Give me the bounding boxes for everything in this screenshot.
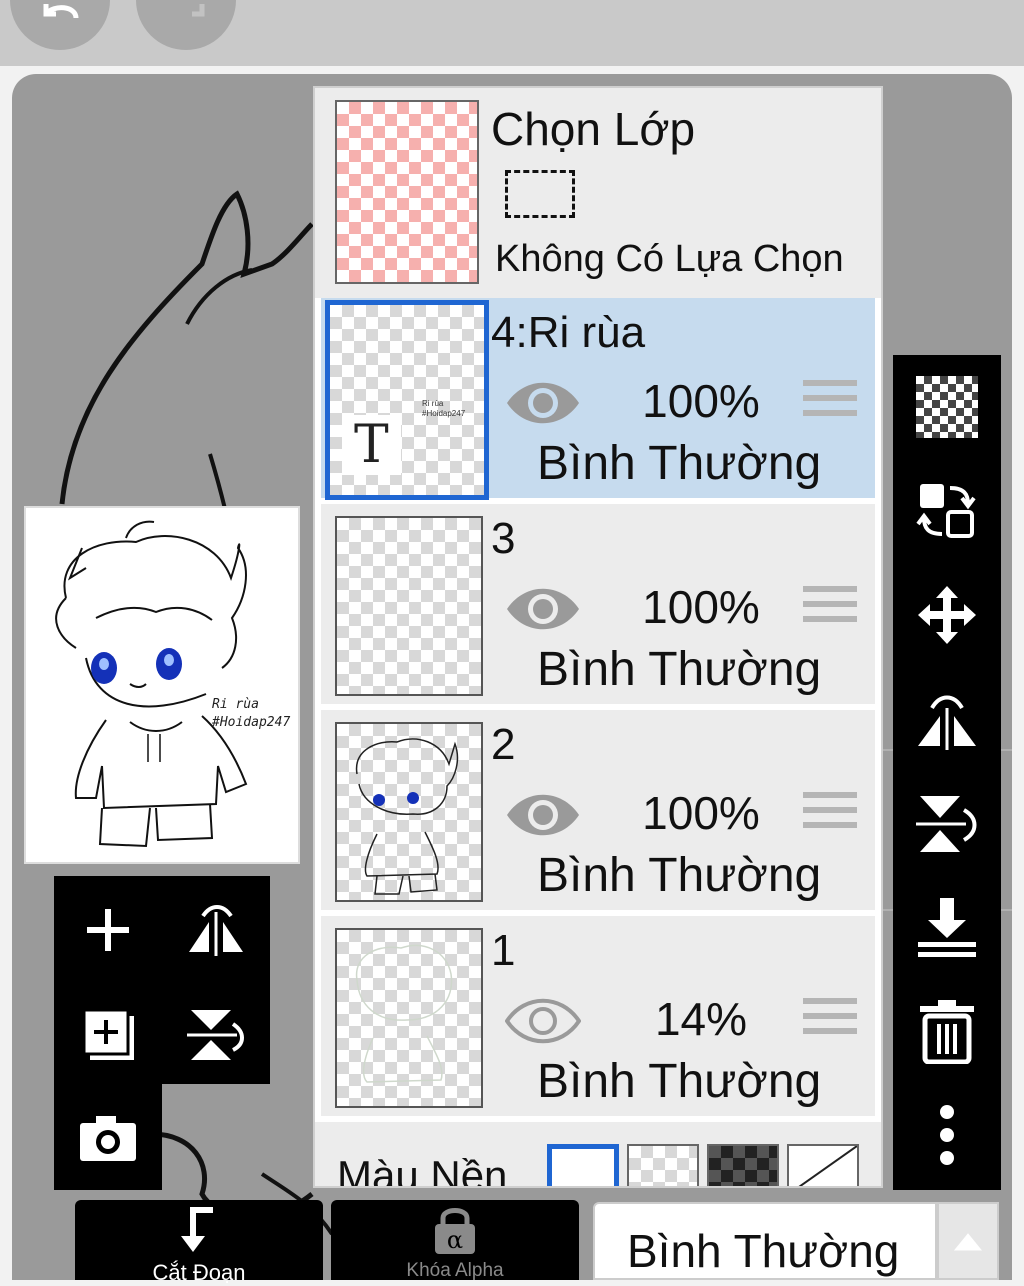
right-tool-palette	[893, 355, 1001, 1190]
layer-thumbnail: T Ri rùa #Hoidap247	[325, 300, 489, 500]
add-layer-button[interactable]	[68, 890, 148, 970]
swap-layer-button[interactable]	[907, 471, 987, 551]
undo-icon	[43, 4, 79, 19]
selection-layer-row[interactable]: Chọn Lớp Không Có Lựa Chọn	[315, 88, 881, 298]
layer-name: 3	[491, 514, 516, 563]
blend-mode-dropdown-button[interactable]	[937, 1202, 999, 1280]
preview-signature: Ri rùa #Hoidap247	[212, 697, 291, 730]
top-bar	[0, 0, 1024, 66]
faint-sketch-thumbnail	[355, 944, 453, 1083]
alpha-lock-button[interactable]: α Khóa Alpha	[331, 1200, 579, 1281]
redo-icon	[192, 4, 205, 17]
eye-icon[interactable]	[505, 378, 581, 428]
trash-icon	[920, 1000, 974, 1064]
duplicate-layer-icon	[82, 1008, 134, 1060]
flip-vertical-icon	[916, 796, 977, 852]
layer-blend-mode: Bình Thường	[537, 643, 822, 696]
flip-horizontal-icon	[918, 695, 976, 750]
undo-button[interactable]	[10, 0, 110, 50]
layer-row-2[interactable]: 2 100% Bình Thường	[321, 710, 875, 910]
triangle-up-icon	[953, 1233, 983, 1251]
layer-thumbnail	[335, 516, 483, 696]
layer-blend-mode: Bình Thường	[537, 1055, 822, 1108]
camera-import-button[interactable]	[68, 1098, 148, 1178]
layer-opacity[interactable]: 100%	[621, 786, 781, 840]
flip-horizontal-button[interactable]	[907, 679, 987, 759]
more-options-button[interactable]	[907, 1095, 987, 1175]
clip-arrow-icon	[181, 1207, 213, 1252]
layer-row-4[interactable]: T Ri rùa #Hoidap247 4:Ri rùa 100% Bình T…	[321, 298, 875, 500]
drag-handle-icon[interactable]	[803, 380, 857, 425]
checkerboard-icon	[916, 376, 978, 438]
alpha-symbol: α	[446, 1226, 464, 1254]
flip-horizontal-icon	[189, 905, 243, 956]
layer-blend-mode: Bình Thường	[537, 849, 822, 902]
transparency-button[interactable]	[907, 367, 987, 447]
chibi-character-drawing	[55, 520, 248, 848]
move-arrows-icon	[918, 586, 976, 644]
blend-mode-select[interactable]: Bình Thường	[593, 1202, 937, 1280]
selection-title: Chọn Lớp	[491, 103, 696, 155]
eye-icon[interactable]	[505, 790, 581, 840]
delete-layer-button[interactable]	[907, 991, 987, 1071]
layer-panel: Chọn Lớp Không Có Lựa Chọn T Ri rùa #Hoi…	[313, 86, 883, 1188]
merge-down-button[interactable]	[907, 887, 987, 967]
flip-vertical-button[interactable]	[907, 783, 987, 863]
drag-handle-icon[interactable]	[803, 998, 857, 1043]
background-color-label: Màu Nền	[337, 1152, 508, 1188]
clip-label: Cắt Đoạn	[152, 1260, 246, 1285]
layer-name: 1	[491, 926, 516, 975]
selection-marquee-icon	[505, 170, 575, 218]
background-color-row: Màu Nền	[315, 1122, 881, 1188]
background-swatch-transparent[interactable]	[627, 1144, 699, 1186]
drag-handle-icon[interactable]	[803, 792, 857, 837]
selection-thumbnail	[335, 100, 479, 284]
clip-button[interactable]: Cắt Đoạn	[75, 1200, 323, 1285]
camera-icon	[80, 1116, 136, 1161]
background-swatch-dark[interactable]	[707, 1144, 779, 1186]
more-vertical-icon	[940, 1105, 954, 1165]
layer-opacity[interactable]: 100%	[621, 580, 781, 634]
layer-thumbnail	[335, 928, 483, 1108]
plus-icon	[87, 909, 129, 951]
selection-status: Không Có Lựa Chọn	[495, 238, 844, 280]
alpha-lock-label: Khóa Alpha	[406, 1260, 504, 1281]
move-layer-button[interactable]	[907, 575, 987, 655]
redo-button[interactable]	[136, 0, 236, 50]
drag-handle-icon[interactable]	[803, 586, 857, 631]
layer-row-3[interactable]: 3 100% Bình Thường	[321, 504, 875, 704]
diagonal-slash-icon	[798, 1145, 858, 1186]
eye-icon[interactable]	[505, 996, 581, 1046]
eye-icon[interactable]	[505, 584, 581, 634]
flip-vertical-layer-button[interactable]	[176, 994, 256, 1074]
blend-mode-value: Bình Thường	[627, 1225, 900, 1277]
background-swatch-white[interactable]	[547, 1144, 619, 1186]
layer-row-1[interactable]: 1 14% Bình Thường	[321, 916, 875, 1116]
layer-opacity[interactable]: 100%	[621, 374, 781, 428]
swap-icon	[916, 484, 976, 538]
merge-down-icon	[918, 898, 976, 957]
thumbnail-signature: Ri rùa #Hoidap247	[422, 399, 466, 418]
flip-vertical-icon	[187, 1010, 244, 1060]
layer-name: 2	[491, 720, 516, 769]
artwork-preview: Ri rùa #Hoidap247	[24, 506, 300, 864]
layer-opacity[interactable]: 14%	[621, 992, 781, 1046]
chibi-thumbnail-drawing	[355, 738, 459, 895]
background-swatch-none[interactable]	[787, 1144, 859, 1186]
text-layer-marker: T	[342, 415, 401, 475]
layer-name: 4:Ri rùa	[491, 308, 646, 357]
layer-blend-mode: Bình Thường	[537, 437, 822, 490]
duplicate-layer-button[interactable]	[68, 994, 148, 1074]
layer-thumbnail	[335, 722, 483, 902]
flip-horizontal-layer-button[interactable]	[176, 890, 256, 970]
